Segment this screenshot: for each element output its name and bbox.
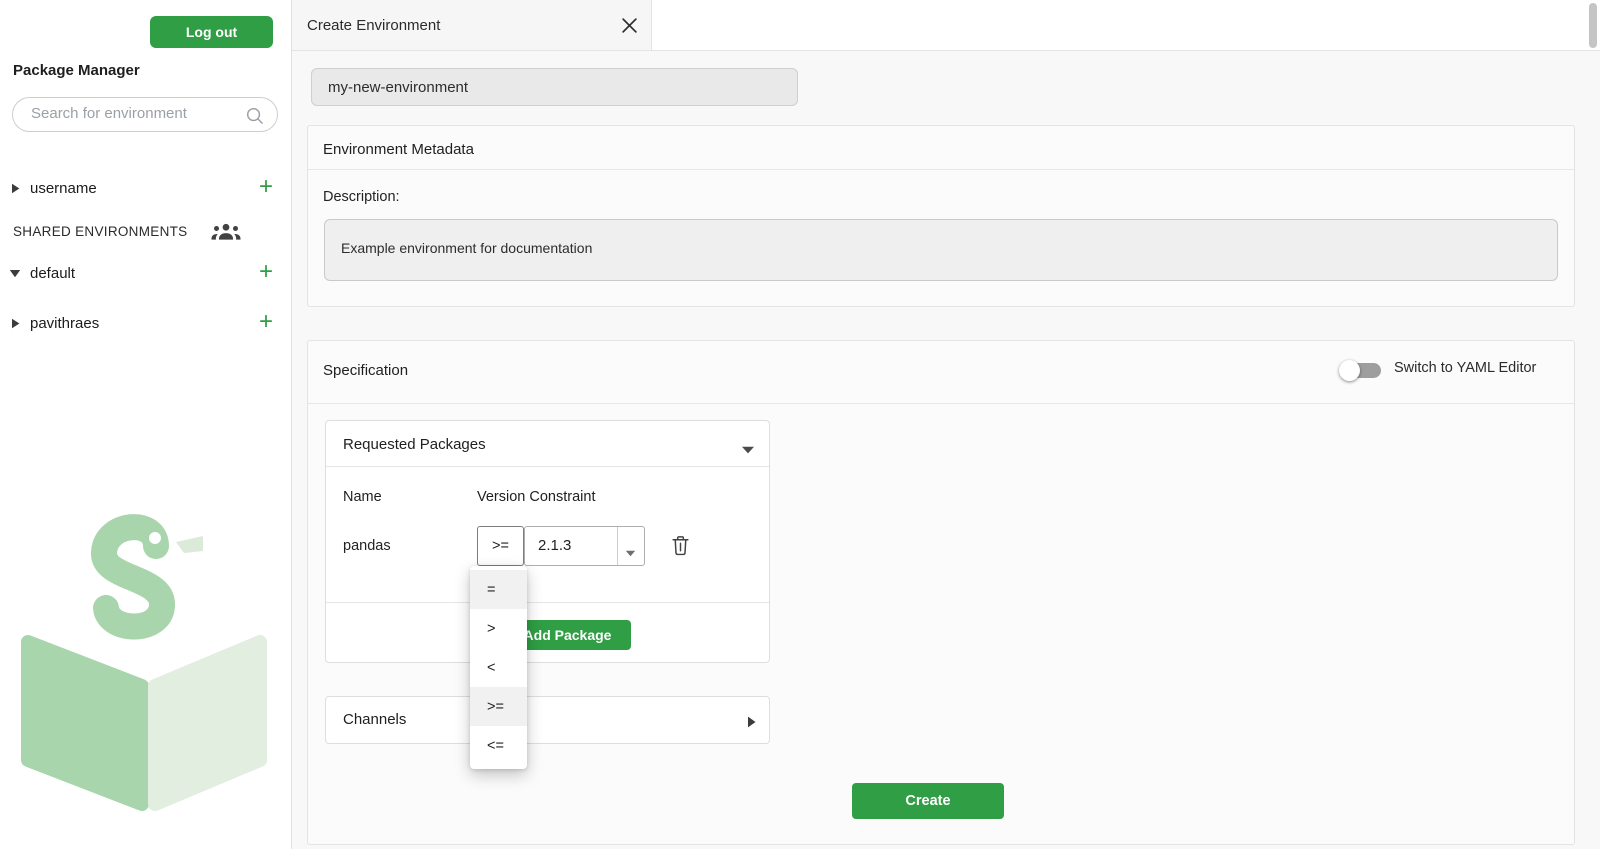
app-root: Log out Package Manager username + SHARE… <box>0 0 1600 849</box>
column-header-version: Version Constraint <box>477 489 596 505</box>
search-icon <box>245 106 264 130</box>
operator-option[interactable]: = <box>470 570 527 609</box>
search-input[interactable] <box>31 105 243 122</box>
chevron-right-icon[interactable] <box>0 183 30 194</box>
app-title: Package Manager <box>13 62 140 79</box>
logout-button[interactable]: Log out <box>150 16 273 48</box>
environment-name-input[interactable] <box>311 68 798 106</box>
chevron-down-icon[interactable] <box>0 269 30 278</box>
chevron-right-icon[interactable] <box>0 318 30 329</box>
divider <box>326 466 769 467</box>
description-label: Description: <box>323 189 400 205</box>
namespace-label: username <box>30 179 97 197</box>
divider <box>308 169 1574 170</box>
description-input[interactable]: Example environment for documentation <box>324 219 1558 281</box>
shared-environments-label: SHARED ENVIRONMENTS <box>13 223 188 239</box>
specification-title: Specification <box>323 362 409 379</box>
channels-accordion[interactable]: Channels <box>325 696 770 744</box>
operator-option[interactable]: > <box>470 609 527 648</box>
close-icon[interactable] <box>621 17 638 34</box>
shared-environments-header: SHARED ENVIRONMENTS <box>13 218 279 244</box>
environment-search[interactable] <box>12 97 278 132</box>
chevron-down-icon[interactable] <box>625 544 636 562</box>
package-name: pandas <box>343 538 391 554</box>
sidebar-item-default[interactable]: default + <box>0 259 292 287</box>
divider <box>308 403 1574 404</box>
requested-packages-accordion: Requested Packages Name Version Constrai… <box>325 420 770 663</box>
conda-store-logo <box>18 482 270 812</box>
channels-title: Channels <box>343 711 407 728</box>
tab-title: Create Environment <box>307 17 441 34</box>
sidebar-item-username[interactable]: username + <box>0 174 292 202</box>
delete-package-button[interactable] <box>671 535 691 557</box>
tab-create-environment[interactable]: Create Environment <box>292 0 652 50</box>
operator-option[interactable]: >= <box>470 687 527 726</box>
namespace-label: pavithraes <box>30 314 100 332</box>
divider <box>617 527 618 565</box>
yaml-editor-toggle-group: Switch to YAML Editor <box>1333 353 1583 383</box>
yaml-editor-toggle-knob[interactable] <box>1339 360 1360 381</box>
add-environment-button[interactable]: + <box>259 175 273 199</box>
version-value: 2.1.3 <box>538 537 572 554</box>
sidebar-item-pavithraes[interactable]: pavithraes + <box>0 309 292 337</box>
requested-packages-title: Requested Packages <box>343 436 486 453</box>
divider <box>326 602 769 603</box>
yaml-editor-toggle-label: Switch to YAML Editor <box>1394 360 1537 376</box>
version-operator-menu: = > < >= <= <box>470 566 527 769</box>
environment-metadata-card: Environment Metadata Description: Exampl… <box>307 125 1575 307</box>
metadata-title: Environment Metadata <box>323 141 474 158</box>
add-environment-button[interactable]: + <box>259 260 273 284</box>
collapse-icon[interactable] <box>741 441 755 459</box>
version-operator-select[interactable]: >= <box>477 526 524 566</box>
scrollbar-thumb[interactable] <box>1589 3 1597 48</box>
expand-icon[interactable] <box>747 715 756 733</box>
add-environment-button[interactable]: + <box>259 310 273 334</box>
groups-icon <box>211 223 241 240</box>
operator-option[interactable]: <= <box>470 726 527 765</box>
namespace-label: default <box>30 264 76 282</box>
sidebar: Log out Package Manager username + SHARE… <box>0 0 292 849</box>
top-bar: Create Environment <box>292 0 1600 51</box>
operator-option[interactable]: < <box>470 648 527 687</box>
version-value-select[interactable]: 2.1.3 <box>524 526 645 566</box>
create-button[interactable]: Create <box>852 783 1004 819</box>
column-header-name: Name <box>343 489 382 505</box>
